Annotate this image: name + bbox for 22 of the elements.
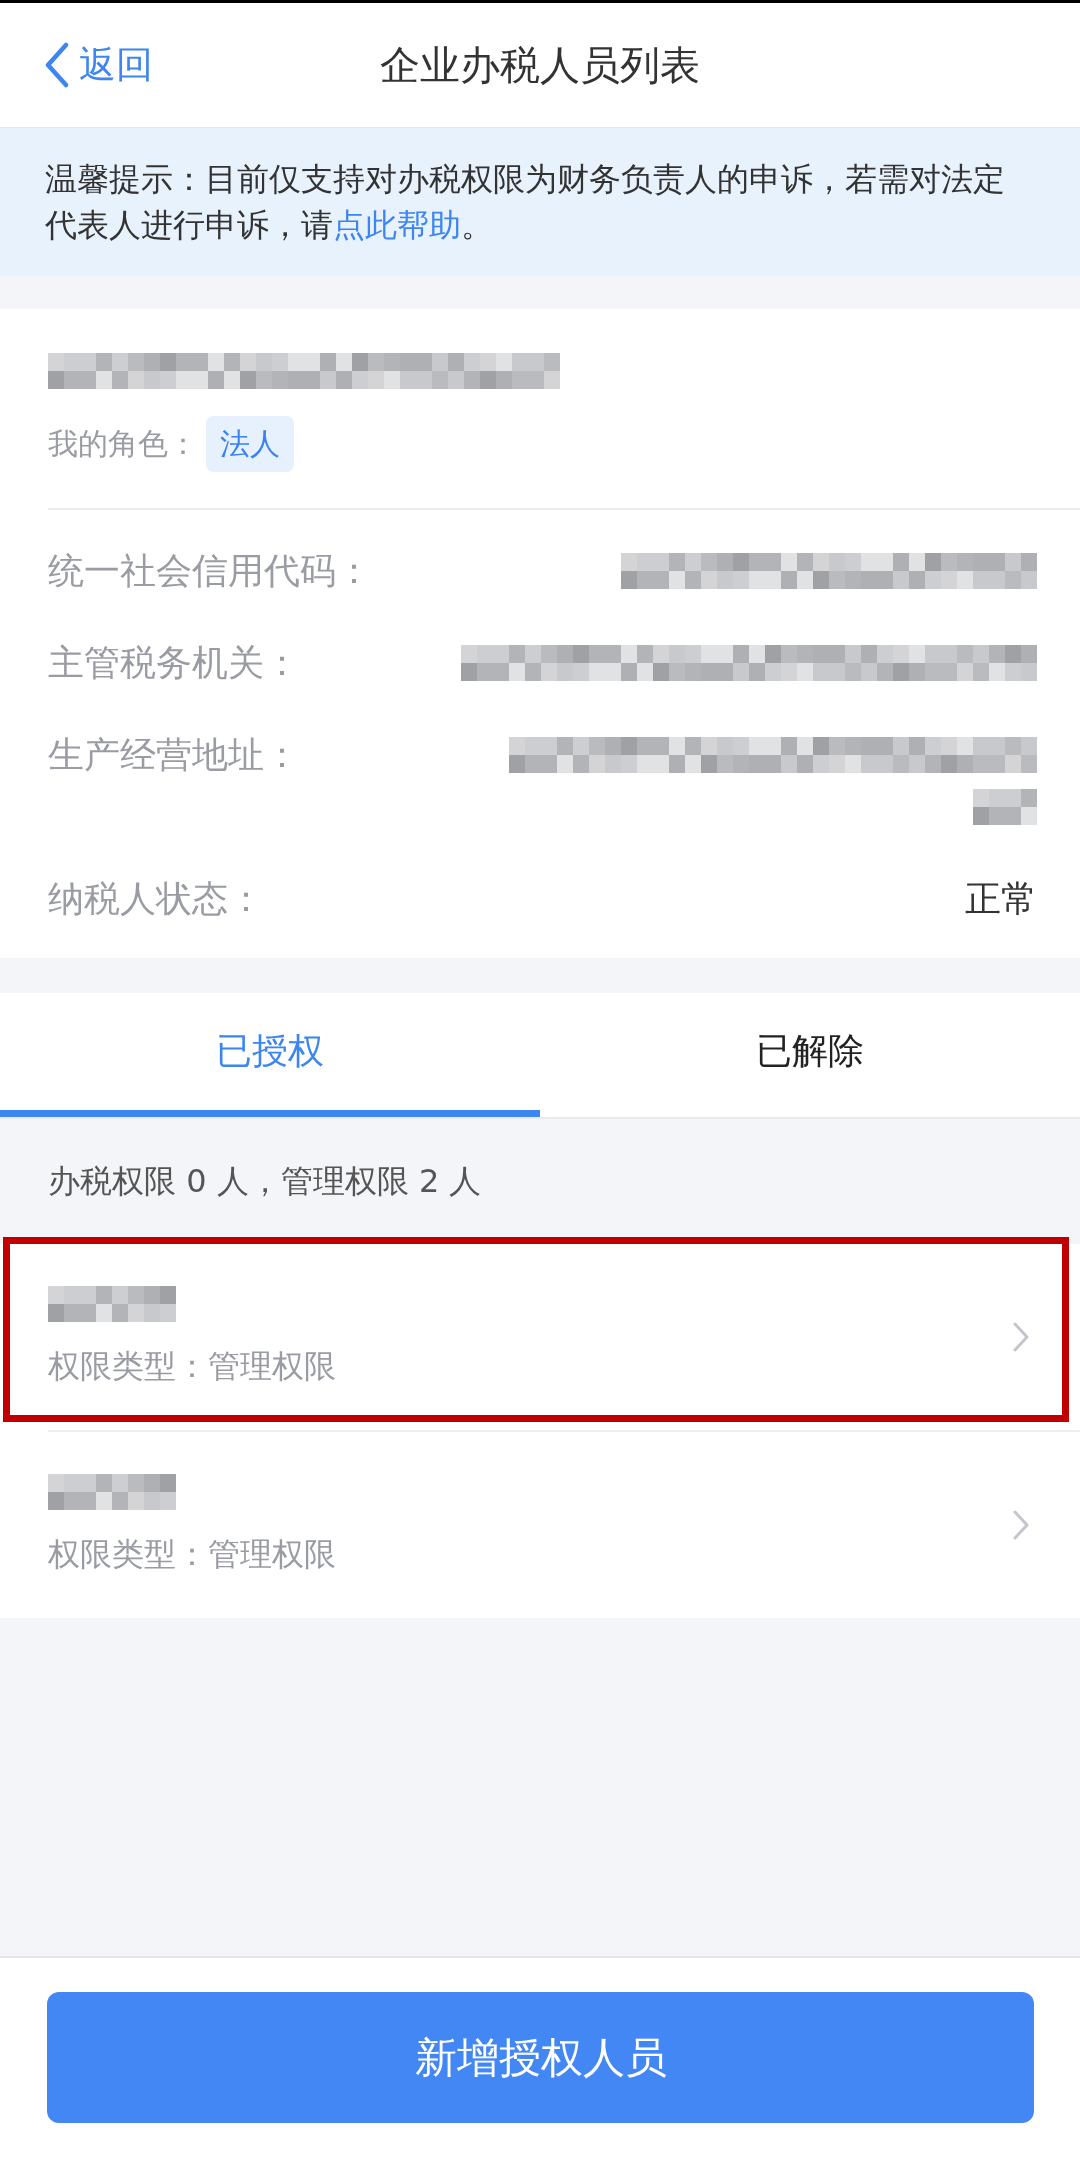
tab[interactable]: 已解除 [540,993,1080,1117]
field-label: 主管税务机关： [48,641,300,685]
add-person-button[interactable]: 新增授权人员 [47,1992,1034,2123]
field-label: 纳税人状态： [48,877,264,921]
permission-type: 权限类型：管理权限 [48,1346,336,1387]
back-button[interactable]: 返回 [45,40,153,90]
help-link[interactable]: 点此帮助 [333,206,461,244]
field-value: 正常 [965,877,1037,921]
role-label: 我的角色： [48,424,198,463]
field-label: 生产经营地址： [48,733,300,777]
permission-summary: 办税权限 0 人，管理权限 2 人 [48,1160,482,1202]
back-icon [45,42,69,88]
chevron-right-icon [1012,1321,1030,1353]
notice-text: 温馨提示：目前仅支持对办税权限为财务负责人的申诉，若需对法定代表人进行申诉，请点此帮助。 [45,159,1006,246]
page-title: 企业办税人员列表 [380,40,700,90]
tab[interactable]: 已授权 [0,993,540,1117]
person-row[interactable]: 权限类型：管理权限 [0,1432,1080,1618]
role-badge: 法人 [206,416,294,472]
chevron-right-icon [1012,1509,1030,1541]
person-row[interactable]: 权限类型：管理权限 [0,1244,1080,1430]
permission-type: 权限类型：管理权限 [48,1534,336,1575]
field-label: 统一社会信用代码： [48,549,372,593]
